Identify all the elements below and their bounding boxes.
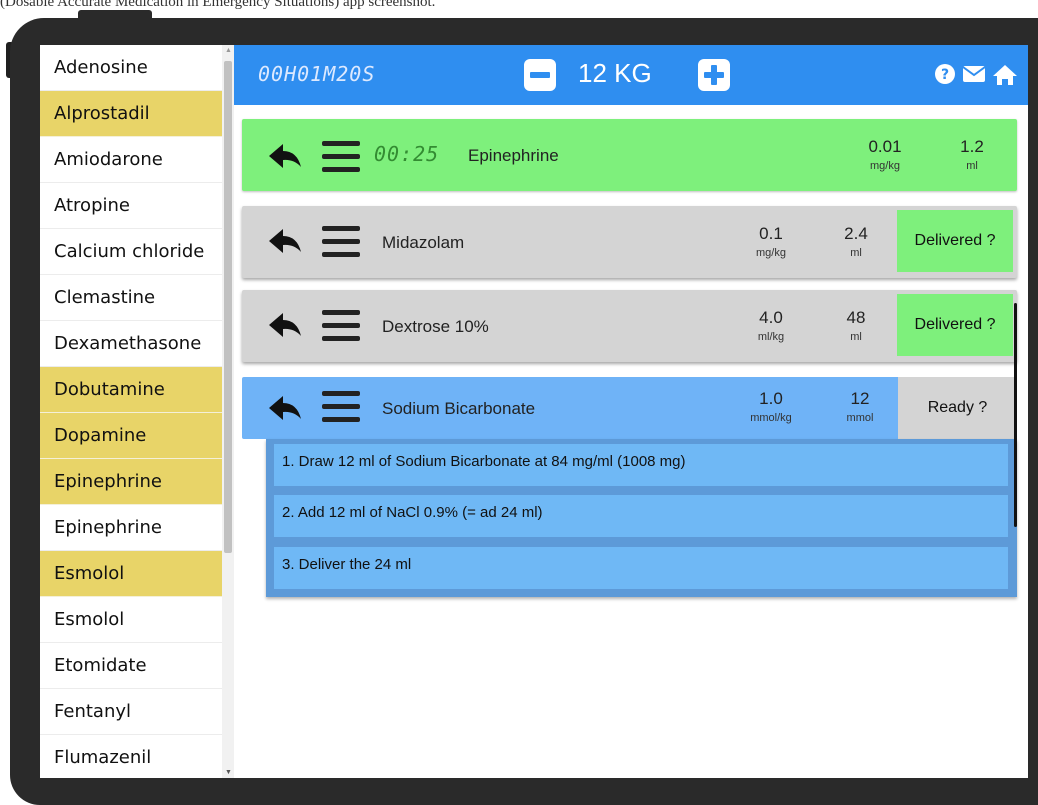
minus-icon <box>530 72 550 78</box>
drug-row-dextrose[interactable]: Dextrose 10% 4.0 ml/kg 48 ml Delivered ? <box>242 290 1017 362</box>
session-timer: 00H01M20S <box>258 62 376 86</box>
dose-value: 4.0 ml/kg <box>757 308 785 343</box>
content-scroll-indicator[interactable] <box>1014 303 1017 527</box>
sidebar-item-esmolol-1[interactable]: Esmolol <box>40 551 222 597</box>
drug-name: Dextrose 10% <box>382 317 489 336</box>
drug-name: Epinephrine <box>468 146 559 165</box>
step-item: 1. Draw 12 ml of Sodium Bicarbonate at 8… <box>274 444 1008 486</box>
volume-value: 12 mmol <box>846 389 874 424</box>
sidebar-item-adenosine[interactable]: Adenosine <box>40 45 222 91</box>
scroll-down-arrow-icon[interactable]: ▼ <box>225 769 232 776</box>
dose-value: 1.0 mmol/kg <box>750 389 792 424</box>
dose-timer: 00:25 <box>374 142 440 166</box>
sidebar-scrollbar[interactable]: ▲ ▼ <box>222 45 234 778</box>
dose-value: 0.01 mg/kg <box>868 137 902 172</box>
back-arrow-icon[interactable] <box>268 143 302 169</box>
sidebar-item-atropine[interactable]: Atropine <box>40 183 222 229</box>
sidebar-item-esmolol-2[interactable]: Esmolol <box>40 597 222 643</box>
ready-button[interactable]: Ready ? <box>898 377 1017 439</box>
step-item: 3. Deliver the 24 ml <box>274 547 1008 589</box>
scroll-thumb[interactable] <box>224 61 232 553</box>
mail-icon[interactable] <box>962 63 988 87</box>
sidebar-item-clemastine[interactable]: Clemastine <box>40 275 222 321</box>
volume-value: 1.2 ml <box>960 137 984 172</box>
patient-weight: 12 KG <box>578 58 652 88</box>
hamburger-menu-icon[interactable] <box>322 141 360 173</box>
back-arrow-icon[interactable] <box>268 312 302 338</box>
sidebar-item-etomidate[interactable]: Etomidate <box>40 643 222 689</box>
drug-name: Sodium Bicarbonate <box>382 399 536 418</box>
help-icon[interactable]: ? <box>934 63 960 87</box>
svg-text:?: ? <box>941 67 949 83</box>
volume-value: 48 ml <box>846 308 866 343</box>
app-header: 00H01M20S 12 KG ? <box>234 45 1028 105</box>
hamburger-menu-icon[interactable] <box>322 226 360 258</box>
app-screen: Adenosine Alprostadil Amiodarone Atropin… <box>40 45 1028 778</box>
drug-row-epinephrine[interactable]: 00:25 Epinephrine 0.01 mg/kg 1.2 ml <box>242 119 1017 191</box>
delivered-button[interactable]: Delivered ? <box>897 210 1013 272</box>
volume-value: 2.4 ml <box>844 224 868 259</box>
increase-weight-button[interactable] <box>698 59 730 91</box>
hamburger-menu-icon[interactable] <box>322 391 360 423</box>
sidebar-item-dexamethasone[interactable]: Dexamethasone <box>40 321 222 367</box>
dose-value: 0.1 mg/kg <box>756 224 786 259</box>
sidebar-item-alprostadil[interactable]: Alprostadil <box>40 91 222 137</box>
preparation-steps-panel: 1. Draw 12 ml of Sodium Bicarbonate at 8… <box>266 439 1017 597</box>
sidebar-item-epinephrine-1[interactable]: Epinephrine <box>40 459 222 505</box>
sidebar-item-fentanyl[interactable]: Fentanyl <box>40 689 222 735</box>
back-arrow-icon[interactable] <box>268 228 302 254</box>
tablet-frame: Adenosine Alprostadil Amiodarone Atropin… <box>10 18 1038 805</box>
drug-name: Midazolam <box>382 233 465 252</box>
back-arrow-icon[interactable] <box>268 395 302 421</box>
screenshot-caption: (Dosable Accurate Medication in Emergenc… <box>0 0 436 10</box>
drug-list-sidebar: Adenosine Alprostadil Amiodarone Atropin… <box>40 45 222 778</box>
hamburger-menu-icon[interactable] <box>322 310 360 342</box>
home-icon[interactable] <box>992 63 1018 87</box>
step-item: 2. Add 12 ml of NaCl 0.9% (= ad 24 ml) <box>274 495 1008 537</box>
scroll-up-arrow-icon[interactable]: ▲ <box>225 47 232 54</box>
sidebar-item-epinephrine-2[interactable]: Epinephrine <box>40 505 222 551</box>
sidebar-item-calcium-chloride[interactable]: Calcium chloride <box>40 229 222 275</box>
delivered-button[interactable]: Delivered ? <box>897 294 1013 356</box>
sidebar-item-dopamine[interactable]: Dopamine <box>40 413 222 459</box>
sidebar-item-amiodarone[interactable]: Amiodarone <box>40 137 222 183</box>
decrease-weight-button[interactable] <box>524 59 556 91</box>
drug-row-midazolam[interactable]: Midazolam 0.1 mg/kg 2.4 ml Delivered ? <box>242 206 1017 278</box>
sidebar-item-flumazenil[interactable]: Flumazenil <box>40 735 222 778</box>
sidebar-item-dobutamine[interactable]: Dobutamine <box>40 367 222 413</box>
